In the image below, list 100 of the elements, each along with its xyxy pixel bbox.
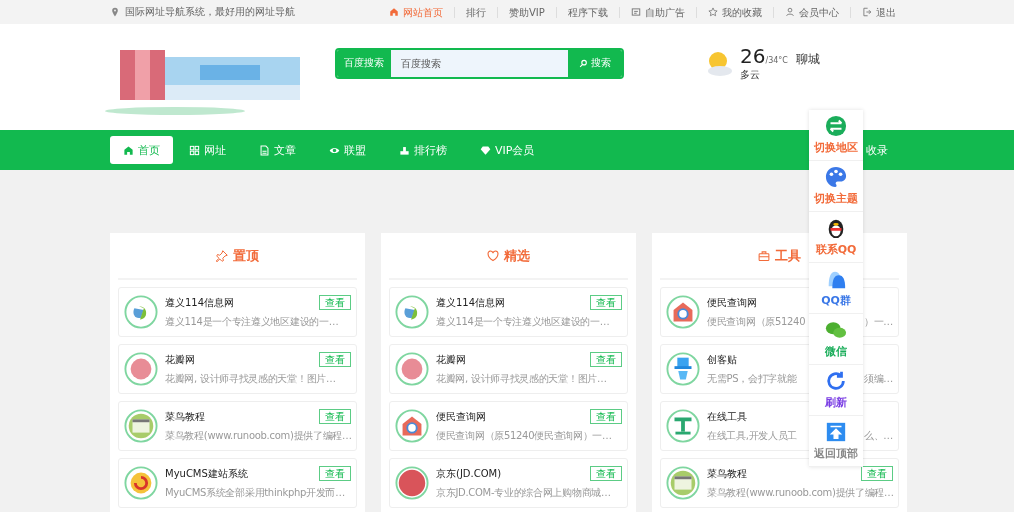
- site-name: 便民查询网: [707, 295, 757, 310]
- view-button[interactable]: 查看: [590, 466, 622, 481]
- site-name: 在线工具: [707, 409, 747, 424]
- top-link[interactable]: 程序下载: [555, 6, 619, 18]
- site-logo-icon: [666, 352, 700, 386]
- site-description: MyuCMS系统全部采用thinkphp开发而…: [165, 486, 345, 500]
- view-button[interactable]: 查看: [319, 295, 351, 310]
- submit-link[interactable]: 收录: [866, 142, 888, 158]
- diamond-icon: [480, 144, 491, 156]
- site-row[interactable]: 京东(JD.COM) 查看 京东JD.COM-专业的综合网上购物商城…: [389, 458, 628, 508]
- top-link[interactable]: 退出: [849, 6, 907, 18]
- site-logo-icon: [124, 409, 158, 443]
- site-logo-icon: [124, 352, 158, 386]
- view-button[interactable]: 查看: [319, 409, 351, 424]
- toolbar-label: 微信: [825, 344, 847, 359]
- star-icon: [707, 7, 718, 17]
- site-description: 须编…: [863, 371, 893, 386]
- nav-tab[interactable]: 联盟: [329, 136, 366, 164]
- toolbar-label: 切换地区: [814, 140, 858, 155]
- site-name: 创客贴: [707, 352, 737, 367]
- refresh-icon: [825, 370, 847, 392]
- card-title: 工具: [775, 246, 801, 265]
- top-link[interactable]: 会员中心: [772, 6, 850, 18]
- site-name: 遵义114信息网: [436, 295, 506, 310]
- site-name: 菜鸟教程: [165, 409, 205, 424]
- site-name: 便民查询网: [436, 409, 486, 424]
- toolbar-label: 切换主题: [814, 191, 858, 206]
- temperature-range: /34°C: [765, 56, 788, 65]
- site-description: 在线工具,开发人员工: [707, 428, 798, 443]
- top-link[interactable]: 排行: [454, 6, 497, 18]
- site-logo-icon: [124, 295, 158, 329]
- home-icon: [389, 7, 399, 17]
- site-row[interactable]: 花瓣网 查看 花瓣网, 设计师寻找灵感的天堂！图片…: [389, 344, 628, 394]
- top-link[interactable]: 自助广告: [618, 6, 696, 18]
- top-link[interactable]: 我的收藏: [695, 6, 773, 18]
- site-description: 京东JD.COM-专业的综合网上购物商城…: [436, 486, 611, 500]
- grid-icon: [189, 144, 200, 156]
- site-logo-icon: [666, 295, 700, 329]
- view-button[interactable]: 查看: [590, 409, 622, 424]
- nav-tab[interactable]: 网址: [189, 136, 226, 164]
- site-description: 花瓣网, 设计师寻找灵感的天堂！图片…: [165, 372, 336, 386]
- toolbar-item[interactable]: 微信: [809, 314, 863, 365]
- site-description: 菜鸟教程(www.runoob.com)提供了编程…: [707, 486, 894, 500]
- top-icon: [825, 421, 847, 443]
- nav-tab[interactable]: 文章: [259, 136, 296, 164]
- site-name: MyuCMS建站系统: [165, 466, 248, 481]
- site-logo-icon: [395, 352, 429, 386]
- search-button[interactable]: 搜索: [568, 49, 622, 77]
- palette-icon: [825, 166, 847, 188]
- site-logo-icon: [124, 466, 158, 500]
- toolbar-item[interactable]: 切换主题: [809, 161, 863, 212]
- toolbar-item[interactable]: 联系QQ: [809, 212, 863, 263]
- heart-icon: [487, 249, 499, 262]
- nav-tab[interactable]: VIP会员: [480, 136, 535, 164]
- location-icon: [110, 7, 120, 17]
- view-button[interactable]: 查看: [861, 466, 893, 481]
- site-logo-icon: [666, 409, 700, 443]
- site-name: 菜鸟教程: [707, 466, 747, 481]
- pin-icon: [216, 249, 228, 262]
- site-logo-icon: [395, 466, 429, 500]
- top-link[interactable]: 网站首页: [378, 6, 454, 18]
- site-name: 花瓣网: [165, 352, 195, 367]
- site-row[interactable]: MyuCMS建站系统 查看 MyuCMS系统全部采用thinkphp开发而…: [118, 458, 357, 508]
- site-slogan: 国际网址导航系统，最好用的网址导航: [110, 5, 378, 19]
- search-icon: [579, 58, 588, 68]
- toolbar-item[interactable]: 返回顶部: [809, 416, 863, 467]
- nav-tab[interactable]: 首页: [110, 136, 173, 164]
- site-description: 菜鸟教程(www.runoob.com)提供了编程…: [165, 429, 352, 443]
- view-button[interactable]: 查看: [319, 352, 351, 367]
- view-button[interactable]: 查看: [319, 466, 351, 481]
- toolbar-label: 联系QQ: [815, 242, 857, 257]
- site-logo-icon: [666, 466, 700, 500]
- doc-icon: [259, 144, 270, 156]
- site-logo-icon: [395, 409, 429, 443]
- site-name: 京东(JD.COM): [436, 466, 502, 481]
- user-icon: [784, 7, 795, 17]
- site-description: 花瓣网, 设计师寻找灵感的天堂！图片…: [436, 372, 607, 386]
- nav-tab[interactable]: 排行榜: [399, 136, 447, 164]
- toolbox-icon: [758, 249, 770, 262]
- card-title: 精选: [504, 246, 530, 265]
- site-name: 遵义114信息网: [165, 295, 235, 310]
- toolbar-item[interactable]: 切换地区: [809, 110, 863, 161]
- temperature: 26: [740, 44, 766, 68]
- site-row[interactable]: 菜鸟教程 查看 菜鸟教程(www.runoob.com)提供了编程…: [118, 401, 357, 451]
- site-name: 花瓣网: [436, 352, 466, 367]
- toolbar-item[interactable]: 刷新: [809, 365, 863, 416]
- ad-icon: [630, 7, 641, 17]
- search-field[interactable]: 百度搜索: [391, 49, 568, 77]
- home-icon: [123, 144, 134, 156]
- card-title: 置顶: [233, 246, 259, 265]
- top-link[interactable]: 赞助VIP: [497, 6, 556, 18]
- swap-icon: [825, 115, 847, 137]
- view-button[interactable]: 查看: [590, 295, 622, 310]
- toolbar-item[interactable]: QQ群: [809, 263, 863, 314]
- toolbar-label: QQ群: [821, 293, 851, 308]
- view-button[interactable]: 查看: [590, 352, 622, 367]
- search-engine[interactable]: 百度搜索: [337, 49, 391, 77]
- city-name: 聊城: [795, 51, 820, 68]
- weather-condition: 多云: [740, 68, 761, 82]
- site-row[interactable]: 花瓣网 查看 花瓣网, 设计师寻找灵感的天堂！图片…: [118, 344, 357, 394]
